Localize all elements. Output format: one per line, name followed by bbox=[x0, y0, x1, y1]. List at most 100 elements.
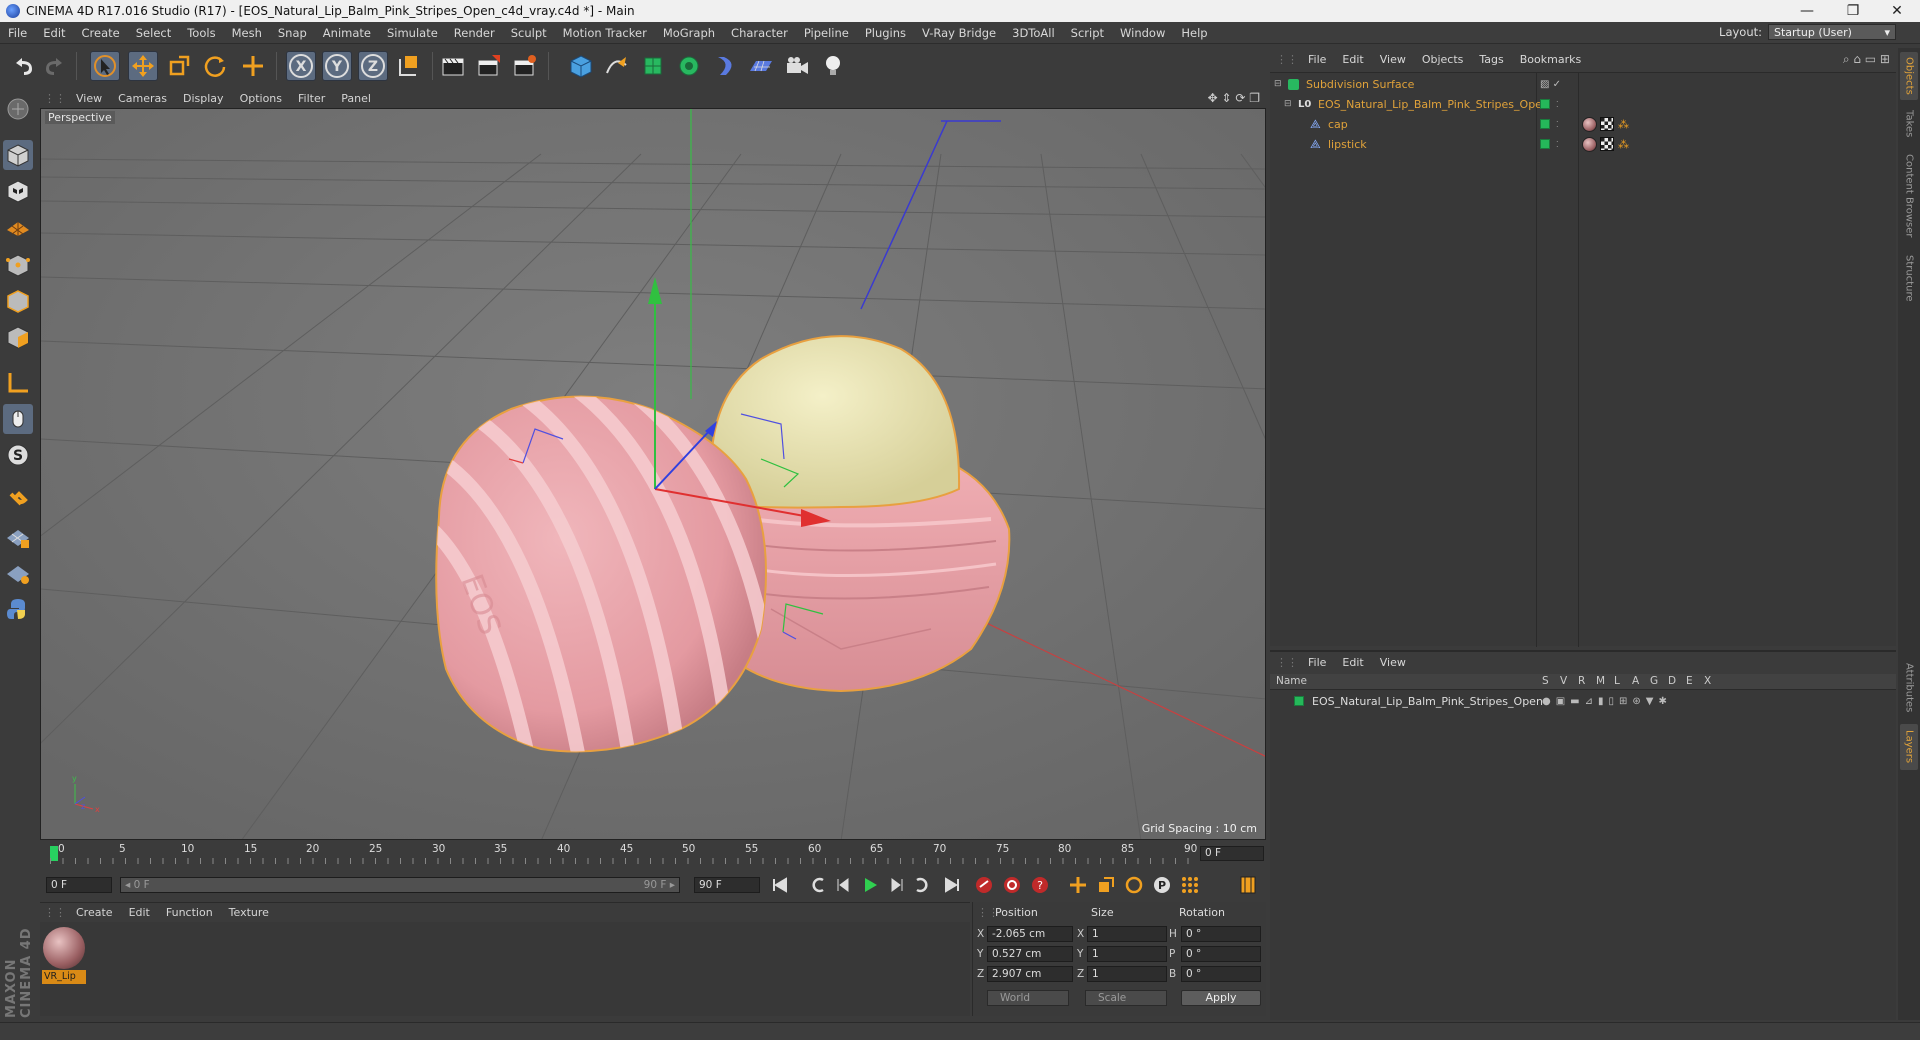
size-mode-dropdown[interactable]: Scale bbox=[1085, 990, 1167, 1006]
object-row-cap[interactable]: ⟁ cap ⁚ ⁂ bbox=[1270, 115, 1896, 133]
x-axis-icon[interactable]: X bbox=[286, 51, 316, 81]
menu-pipeline[interactable]: Pipeline bbox=[796, 26, 857, 40]
menu-sculpt[interactable]: Sculpt bbox=[503, 26, 555, 40]
om-menu-file[interactable]: File bbox=[1300, 53, 1334, 66]
col-animation[interactable]: A bbox=[1632, 675, 1639, 687]
menu-select[interactable]: Select bbox=[128, 26, 179, 40]
tab-objects[interactable]: Objects bbox=[1900, 52, 1918, 100]
menu-window[interactable]: Window bbox=[1112, 26, 1173, 40]
menu-help[interactable]: Help bbox=[1173, 26, 1215, 40]
mat-menu-texture[interactable]: Texture bbox=[221, 906, 277, 919]
position-y-field[interactable]: 0.527 cm bbox=[987, 946, 1073, 962]
layer-toggle-icons[interactable]: ●▣▬⊿▮▯⊞⊛▼✱ bbox=[1542, 696, 1672, 707]
menu-create[interactable]: Create bbox=[74, 26, 128, 40]
vp-menu-filter[interactable]: Filter bbox=[290, 92, 333, 105]
position-z-field[interactable]: 2.907 cm bbox=[987, 966, 1073, 982]
lm-menu-view[interactable]: View bbox=[1372, 656, 1414, 669]
floor-icon[interactable] bbox=[746, 51, 776, 81]
col-render[interactable]: R bbox=[1578, 675, 1585, 687]
collapse-icon[interactable]: ⊟ bbox=[1284, 99, 1292, 109]
coordinate-mode-dropdown[interactable]: World bbox=[987, 990, 1069, 1006]
menu-plugins[interactable]: Plugins bbox=[857, 26, 914, 40]
snap-icon[interactable]: S bbox=[3, 440, 33, 470]
play-icon[interactable] bbox=[858, 874, 882, 896]
frame-range-slider[interactable]: ◂ 0 F 90 F ▸ bbox=[120, 877, 680, 893]
menu-3dtoall[interactable]: 3DToAll bbox=[1004, 26, 1063, 40]
prev-frame-icon[interactable] bbox=[832, 874, 856, 896]
menu-animate[interactable]: Animate bbox=[315, 26, 379, 40]
model-mode-icon[interactable] bbox=[3, 140, 33, 170]
timeline-window-icon[interactable] bbox=[1236, 874, 1260, 896]
deformer-icon[interactable] bbox=[710, 51, 740, 81]
pen-spline-icon[interactable] bbox=[602, 51, 632, 81]
om-menu-view[interactable]: View bbox=[1372, 53, 1414, 66]
key-position-icon[interactable] bbox=[1066, 874, 1090, 896]
key-parameter-icon[interactable]: P bbox=[1150, 874, 1174, 896]
layer-color-icon[interactable] bbox=[1540, 139, 1550, 149]
apply-button[interactable]: Apply bbox=[1181, 990, 1261, 1006]
layer-visibility-icon[interactable]: ▨ ✓ bbox=[1540, 79, 1561, 90]
edit-render-settings-icon[interactable] bbox=[510, 51, 540, 81]
polygons-mode-icon[interactable] bbox=[3, 322, 33, 352]
next-frame-icon[interactable] bbox=[884, 874, 908, 896]
light-icon[interactable] bbox=[818, 51, 848, 81]
om-menu-bookmarks[interactable]: Bookmarks bbox=[1512, 53, 1589, 66]
tab-attributes[interactable]: Attributes bbox=[1900, 658, 1918, 718]
python-icon[interactable] bbox=[3, 594, 33, 624]
prev-key-icon[interactable] bbox=[806, 874, 830, 896]
layer-color-icon[interactable] bbox=[1294, 696, 1304, 706]
undo-icon[interactable] bbox=[8, 51, 38, 81]
camera-icon[interactable] bbox=[782, 51, 812, 81]
mat-menu-function[interactable]: Function bbox=[158, 906, 221, 919]
vp-menu-view[interactable]: View bbox=[68, 92, 110, 105]
mat-menu-edit[interactable]: Edit bbox=[121, 906, 158, 919]
viewport-nav-icons[interactable]: ✥ ⇕ ⟳ ❐ bbox=[1208, 91, 1260, 105]
render-view-icon[interactable] bbox=[438, 51, 468, 81]
current-frame-field[interactable]: 0 F bbox=[1200, 846, 1264, 861]
tab-content-browser[interactable]: Content Browser bbox=[1900, 148, 1918, 244]
axis-mode-icon[interactable] bbox=[3, 368, 33, 398]
tab-layers[interactable]: Layers bbox=[1900, 724, 1918, 770]
col-deformers[interactable]: D bbox=[1668, 675, 1676, 687]
collapse-icon[interactable]: ⊟ bbox=[1274, 79, 1282, 89]
visibility-dots-icon[interactable]: ⁚ bbox=[1556, 120, 1559, 129]
render-picture-viewer-icon[interactable] bbox=[474, 51, 504, 81]
menu-render[interactable]: Render bbox=[446, 26, 503, 40]
om-menu-edit[interactable]: Edit bbox=[1334, 53, 1371, 66]
end-frame-field[interactable]: 90 F bbox=[694, 877, 760, 893]
col-manager[interactable]: M bbox=[1596, 675, 1605, 687]
start-frame-field[interactable]: 0 F bbox=[46, 877, 112, 893]
key-scale-icon[interactable] bbox=[1094, 874, 1118, 896]
layer-row[interactable]: EOS_Natural_Lip_Balm_Pink_Stripes_Open ●… bbox=[1270, 692, 1896, 710]
col-solo[interactable]: S bbox=[1542, 675, 1549, 687]
magnet-icon[interactable] bbox=[3, 486, 33, 516]
perspective-viewport[interactable]: EOS y x z Perspective Grid Spacing : 10 … bbox=[40, 108, 1266, 840]
vp-menu-panel[interactable]: Panel bbox=[333, 92, 379, 105]
col-view[interactable]: V bbox=[1560, 675, 1567, 687]
record-keys-icon[interactable] bbox=[972, 874, 996, 896]
go-to-end-icon[interactable] bbox=[940, 874, 964, 896]
size-z-field[interactable]: 1 bbox=[1087, 966, 1167, 982]
menu-motion-tracker[interactable]: Motion Tracker bbox=[555, 26, 655, 40]
menu-vray-bridge[interactable]: V-Ray Bridge bbox=[914, 26, 1004, 40]
drag-handle-icon[interactable]: ⋮⋮ bbox=[40, 92, 68, 105]
layout-dropdown[interactable]: Startup (User) ▾ bbox=[1768, 24, 1896, 40]
rotation-p-field[interactable]: 0 ° bbox=[1181, 946, 1261, 962]
points-mode-icon[interactable] bbox=[3, 250, 33, 280]
om-toolbar-icons[interactable]: ⌕ ⌂ ▭ ⊞ bbox=[1843, 52, 1890, 67]
material-tag-icon[interactable] bbox=[1582, 136, 1597, 152]
minimize-button[interactable]: — bbox=[1784, 0, 1830, 22]
timeline-ruler[interactable]: 0 5 10 15 20 25 30 35 40 45 50 55 60 65 … bbox=[40, 842, 1266, 864]
material-swatch[interactable]: VR_Lip bbox=[42, 926, 86, 984]
workplane-lock-icon[interactable] bbox=[3, 558, 33, 588]
uvw-tag-icon[interactable] bbox=[1600, 117, 1614, 131]
menu-mesh[interactable]: Mesh bbox=[224, 26, 270, 40]
drag-handle-icon[interactable]: ⋮⋮ bbox=[1270, 656, 1300, 669]
cube-icon[interactable] bbox=[566, 51, 596, 81]
object-row-subdivision[interactable]: ⊟ Subdivision Surface ▨ ✓ bbox=[1270, 75, 1896, 93]
visibility-dots-icon[interactable]: ⁚ bbox=[1556, 140, 1559, 149]
menu-file[interactable]: File bbox=[0, 26, 35, 40]
make-editable-icon[interactable] bbox=[3, 94, 33, 124]
live-select-icon[interactable] bbox=[90, 51, 120, 81]
visibility-dots-icon[interactable]: ⁚ bbox=[1556, 100, 1559, 109]
